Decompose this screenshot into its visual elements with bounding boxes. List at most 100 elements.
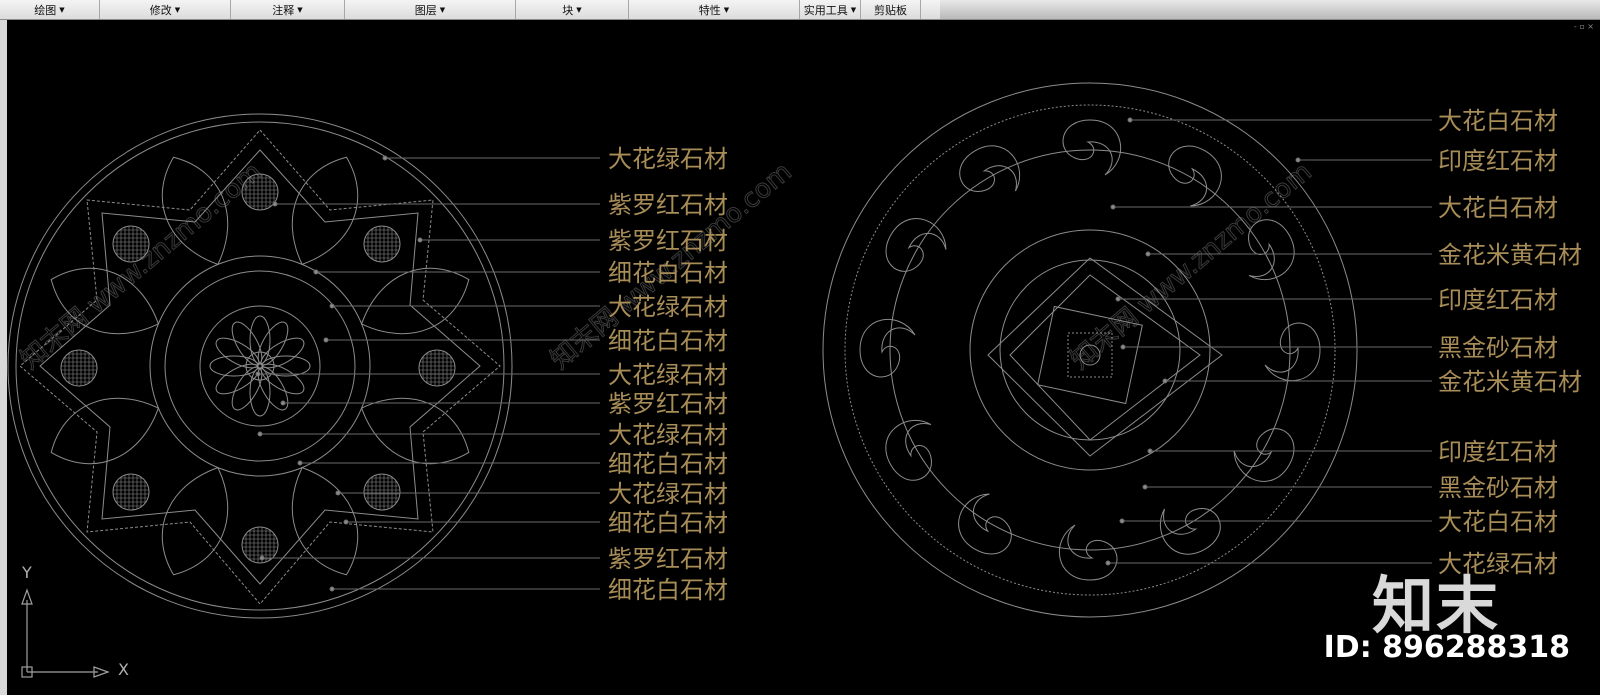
material-label: 金花米黄石材 bbox=[1438, 241, 1582, 269]
leader-dot bbox=[280, 400, 286, 406]
material-label: 印度红石材 bbox=[1438, 147, 1558, 175]
chevron-down-icon: ▼ bbox=[850, 5, 857, 14]
viewport-window-controls[interactable]: - ▫ × bbox=[1574, 22, 1594, 31]
lotus-leaf bbox=[361, 397, 470, 465]
ribbon-panel-modify[interactable]: 修改 ▼ bbox=[100, 0, 231, 19]
ucs-x-label: X bbox=[118, 660, 129, 679]
leader-dot bbox=[1142, 484, 1148, 490]
leader-dot bbox=[343, 519, 349, 525]
leader-dot bbox=[313, 269, 319, 275]
material-label: 细花白石材 bbox=[608, 327, 728, 355]
material-label: 细花白石材 bbox=[608, 259, 728, 287]
leader-dot bbox=[382, 155, 388, 161]
material-label: 大花绿石材 bbox=[608, 293, 728, 321]
rosette-ring bbox=[199, 305, 321, 427]
chevron-down-icon: ▼ bbox=[723, 5, 730, 14]
cloud-scroll bbox=[1264, 322, 1321, 381]
hatched-dot bbox=[112, 473, 150, 511]
hatched-dot bbox=[418, 349, 456, 387]
left-medallion bbox=[7, 113, 513, 619]
material-label: 紫罗红石材 bbox=[608, 227, 728, 255]
ribbon-panel-annotate[interactable]: 注释 ▼ bbox=[231, 0, 345, 19]
left-material-labels: 大花绿石材紫罗红石材紫罗红石材细花白石材大花绿石材细花白石材大花绿石材紫罗红石材… bbox=[608, 145, 728, 604]
chevron-down-icon: ▼ bbox=[174, 5, 181, 14]
svg-text:知末网 www.znzmo.com: 知末网 www.znzmo.com bbox=[15, 157, 267, 376]
cad-drawing: 知末网 www.znzmo.com 知末网 www.znzmo.com 知末网 … bbox=[7, 82, 1582, 678]
material-label: 黑金砂石材 bbox=[1438, 474, 1558, 502]
panel-label: 块 bbox=[562, 3, 574, 17]
leader-dot bbox=[257, 431, 263, 437]
hatched-dot bbox=[363, 225, 401, 263]
cloud-scroll bbox=[1168, 145, 1222, 207]
left-leader-lines bbox=[255, 155, 600, 592]
material-label: 大花绿石材 bbox=[608, 480, 728, 508]
panel-label: 实用工具 bbox=[803, 3, 848, 17]
ucs-y-label: Y bbox=[22, 563, 32, 582]
leader-dot bbox=[259, 555, 265, 561]
material-label: 黑金砂石材 bbox=[1438, 334, 1558, 362]
rosette-petal bbox=[209, 355, 259, 377]
material-label: 印度红石材 bbox=[1438, 286, 1558, 314]
svg-text:知末网 www.znzmo.com: 知末网 www.znzmo.com bbox=[1065, 157, 1317, 376]
material-label: 印度红石材 bbox=[1438, 438, 1558, 466]
material-label: 大花白石材 bbox=[1438, 107, 1558, 135]
cloud-scroll bbox=[859, 319, 916, 378]
panel-label: 特性 bbox=[698, 3, 721, 17]
lotus-leaf bbox=[161, 467, 229, 576]
eight-point-star bbox=[19, 129, 501, 605]
leader-dot bbox=[329, 586, 335, 592]
material-label: 大花绿石材 bbox=[608, 145, 728, 173]
rosette-center bbox=[245, 351, 275, 381]
material-label: 紫罗红石材 bbox=[608, 191, 728, 219]
cloud-scroll bbox=[1062, 119, 1121, 176]
leader-dot bbox=[272, 201, 278, 207]
panel-label: 注释 bbox=[272, 3, 295, 17]
chevron-down-icon: ▼ bbox=[59, 5, 65, 14]
ribbon-toolbar: 绘图 ▼ 修改 ▼ 注释 ▼ 图层 ▼ 块 ▼ 特性 ▼ 实用工具 ▼ 剪贴板 bbox=[0, 0, 1600, 20]
ribbon-panel-utilities[interactable]: 实用工具 ▼ bbox=[800, 0, 861, 19]
material-label: 细花白石材 bbox=[608, 450, 728, 478]
hatched-dot bbox=[363, 473, 401, 511]
leader-dot bbox=[1162, 378, 1168, 384]
hatched-dot bbox=[60, 349, 98, 387]
lotus-leaves bbox=[50, 156, 470, 576]
leader-dot bbox=[1119, 518, 1125, 524]
leader-dot bbox=[417, 237, 423, 243]
lotus-leaf bbox=[50, 397, 159, 465]
viewport-left-edge bbox=[0, 20, 7, 695]
cloud-scroll bbox=[1159, 508, 1221, 555]
middle-ring bbox=[149, 255, 371, 477]
ribbon-panel-layers[interactable]: 图层 ▼ bbox=[345, 0, 516, 19]
panel-label: 修改 bbox=[149, 3, 172, 17]
cloud-scroll bbox=[958, 493, 1012, 555]
ribbon-panel-properties[interactable]: 特性 ▼ bbox=[629, 0, 800, 19]
leader-dot bbox=[1145, 251, 1151, 257]
material-label: 大花白石材 bbox=[1438, 508, 1558, 536]
material-label: 大花绿石材 bbox=[608, 361, 728, 389]
material-label: 细花白石材 bbox=[608, 509, 728, 537]
material-label: 大花白石材 bbox=[1438, 194, 1558, 222]
leader-dot bbox=[323, 337, 329, 343]
drawing-id: ID: 896288318 bbox=[1323, 630, 1570, 665]
material-label: 金花米黄石材 bbox=[1438, 368, 1582, 396]
material-label: 紫罗红石材 bbox=[608, 545, 728, 573]
panel-label: 剪贴板 bbox=[874, 3, 907, 17]
leader-dot bbox=[1295, 157, 1301, 163]
leader-dot bbox=[1147, 448, 1153, 454]
ribbon-empty-area bbox=[940, 0, 1600, 19]
ribbon-panel-clipboard[interactable]: 剪贴板 bbox=[861, 0, 921, 19]
lotus-leaf bbox=[361, 267, 470, 335]
leader-dot bbox=[1120, 344, 1126, 350]
drawing-canvas[interactable]: 知末网 www.znzmo.com 知末网 www.znzmo.com 知末网 … bbox=[7, 20, 1600, 695]
chevron-down-icon: ▼ bbox=[576, 5, 582, 14]
leader-dot bbox=[1127, 117, 1133, 123]
ribbon-panel-block[interactable]: 块 ▼ bbox=[516, 0, 629, 19]
chevron-down-icon: ▼ bbox=[297, 5, 303, 14]
cloud-scroll bbox=[885, 218, 947, 272]
ucs-icon bbox=[21, 588, 110, 678]
rosette-petal bbox=[249, 315, 271, 365]
cloud-scroll bbox=[885, 419, 932, 481]
leader-dot bbox=[335, 490, 341, 496]
cloud-scroll bbox=[1059, 524, 1118, 581]
ribbon-panel-draw[interactable]: 绘图 ▼ bbox=[0, 0, 100, 19]
